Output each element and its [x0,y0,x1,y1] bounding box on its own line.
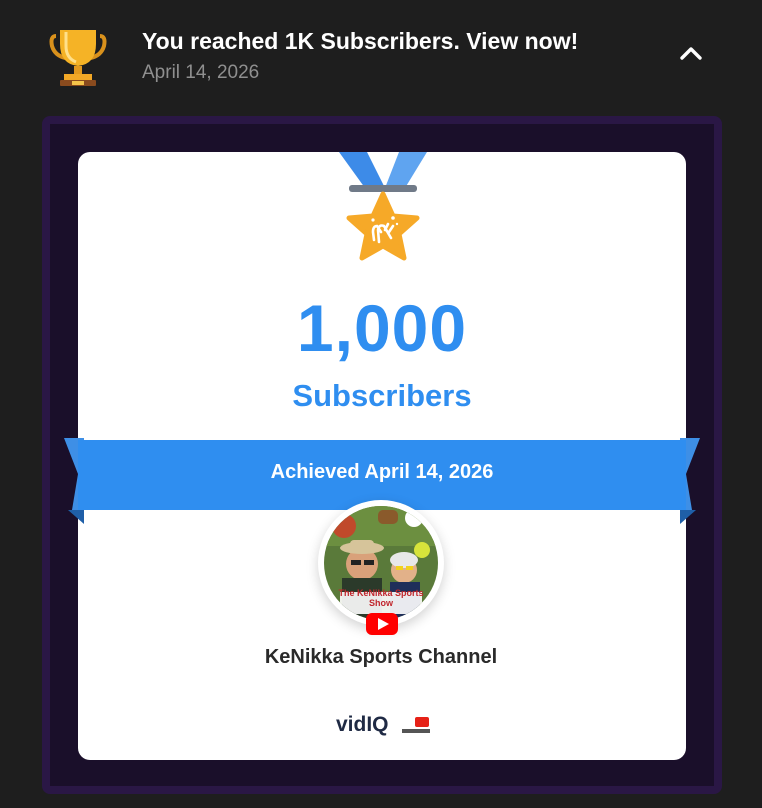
channel-name[interactable]: KeNikka Sports Channel [0,646,762,669]
vidiq-logo: vidIQ [336,713,389,737]
chevron-up-icon [680,47,702,60]
subscriber-count: 1,000 [296,291,468,365]
notification-title[interactable]: You reached 1K Subscribers. View now! [142,28,578,55]
medal-icon [333,152,433,277]
notification-header[interactable]: You reached 1K Subscribers. View now! Ap… [0,0,762,110]
trophy-icon [46,24,110,88]
vidiq-logo-iq: IQ [366,713,389,736]
youtube-play-icon [365,612,399,636]
vidiq-logo-vid: vid [336,713,367,736]
achieved-date-text: Achieved April 14, 2026 [270,461,494,483]
collapse-button[interactable] [672,34,710,72]
subscriber-count-label: Subscribers [292,378,472,413]
avatar-caption: The KeNikka Sports Show [338,588,424,608]
notification-date: April 14, 2026 [142,62,260,83]
youtube-certified-logo [401,716,431,736]
